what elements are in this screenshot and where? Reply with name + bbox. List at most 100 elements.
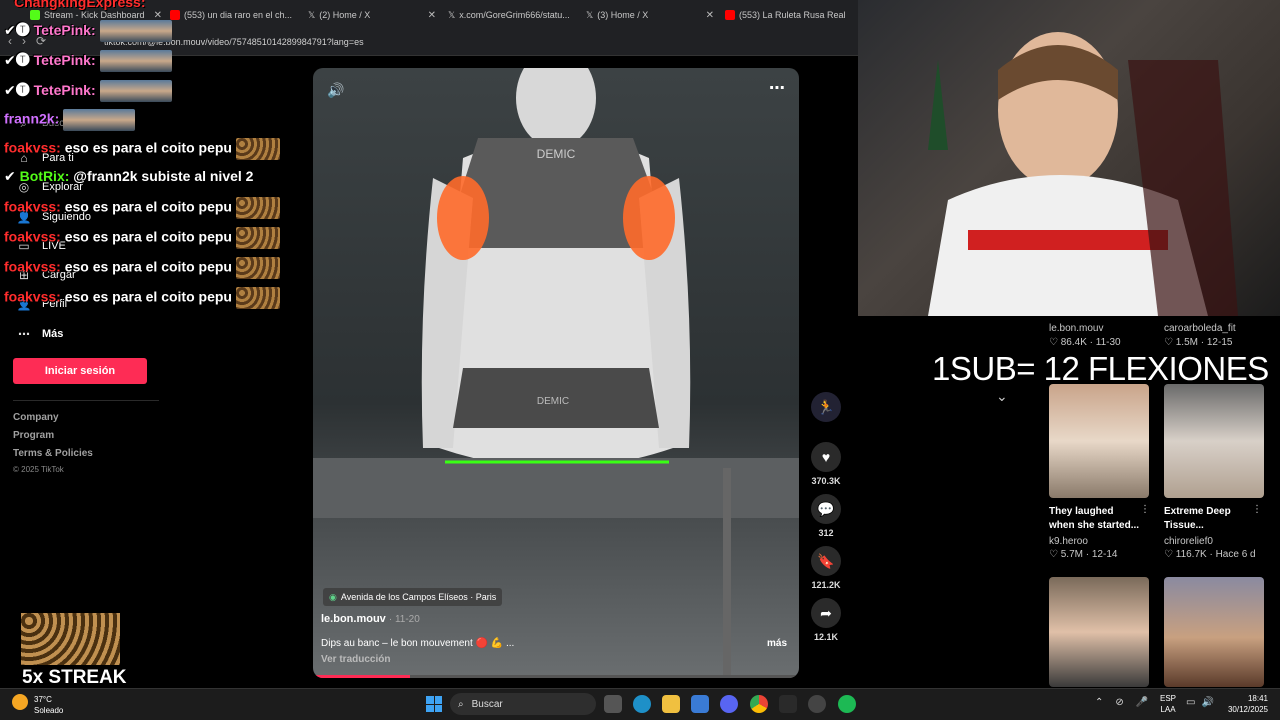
close-tab-icon[interactable]: ✕: [702, 10, 714, 21]
chat-line: foakvss: eso es para el coito pepu: [4, 197, 280, 219]
chat-line: ✔🅣 TetePink:: [4, 50, 172, 73]
rec-stats: ♡ 116.7K · Hace 6 d: [1164, 549, 1256, 560]
save-button[interactable]: 🔖 121.2K: [808, 546, 844, 590]
streamer-image: [928, 32, 1238, 316]
translate-link[interactable]: Ver traducción: [321, 654, 390, 665]
edge-icon[interactable]: [633, 695, 651, 713]
youtube-icon: [725, 10, 735, 20]
rec-thumbnail[interactable]: [1164, 384, 1264, 498]
chat-line: ✔🅣 TetePink:: [4, 80, 172, 103]
spotify-icon[interactable]: [838, 695, 856, 713]
location-icon: ◉: [329, 591, 337, 602]
video-author[interactable]: le.bon.mouv · 11-20: [321, 613, 420, 625]
clock[interactable]: 18:41 30/12/2025: [1214, 693, 1268, 715]
more-options-icon[interactable]: ⋮: [1252, 504, 1262, 515]
rec-thumbnail[interactable]: [1164, 577, 1264, 687]
share-button[interactable]: ➦ 12.1K: [808, 598, 844, 642]
chevron-down-icon[interactable]: ⌄: [996, 388, 1008, 405]
chat-line: foakvss: eso es para el coito pepu: [4, 227, 280, 249]
emote-image: [235, 287, 280, 309]
chat-line: frann2k:: [4, 109, 136, 131]
close-tab-icon[interactable]: ✕: [574, 10, 576, 21]
video-caption: Dips au banc – le bon mouvement 🔴 💪 ...: [321, 638, 515, 649]
more-options-icon[interactable]: ⋯: [769, 78, 785, 98]
rec-caption[interactable]: Extreme Deep Tissue...: [1164, 505, 1231, 533]
webcam-feed: [858, 0, 1280, 316]
video-frame: DEMIC DEMIC: [313, 68, 799, 678]
x-icon: 𝕏: [586, 9, 594, 20]
footer-copyright: © 2025 TikTok: [13, 465, 64, 474]
sub-goal-overlay: 1SUB= 12 FLEXIONES: [932, 350, 1269, 387]
windows-start-icon[interactable]: [426, 696, 442, 712]
emote-image: [235, 138, 280, 160]
task-view-icon[interactable]: [604, 695, 622, 713]
streak-emote: [21, 613, 120, 665]
emote-image: [63, 109, 136, 131]
chat-line: ✔ BotRix: @frann2k subiste al nivel 2: [4, 168, 254, 184]
signin-button[interactable]: Iniciar sesión: [13, 358, 147, 384]
tray-icons[interactable]: ⌃⊘🎤: [1095, 697, 1160, 708]
tab-x-home-2[interactable]: 𝕏 (2) Home / X ✕: [308, 4, 436, 26]
footer-company[interactable]: Company: [13, 412, 59, 423]
rec-stats: ♡ 5.7M · 12-14: [1049, 549, 1118, 560]
close-tab-icon[interactable]: ✕: [424, 10, 436, 21]
x-icon: 𝕏: [308, 9, 316, 20]
emote-image: [235, 197, 280, 219]
chrome-icon[interactable]: [750, 695, 768, 713]
close-tab-icon[interactable]: ✕: [850, 10, 853, 21]
close-tab-icon[interactable]: ✕: [296, 10, 298, 21]
tab-youtube-1[interactable]: (553) un dia raro en el ch...✕: [170, 4, 298, 26]
rec-author[interactable]: le.bon.mouv: [1049, 323, 1103, 334]
comment-button[interactable]: 💬 312: [808, 494, 844, 538]
tab-x-home-3[interactable]: 𝕏 (3) Home / X ✕: [586, 4, 714, 26]
close-tab-icon[interactable]: ✕: [150, 10, 162, 21]
more-caption-link[interactable]: más: [767, 638, 787, 649]
nav-mas[interactable]: ⋯ Más: [16, 327, 63, 341]
bookmark-icon: 🔖: [811, 546, 841, 576]
like-button[interactable]: ♥ 370.3K: [808, 442, 844, 486]
rec-author[interactable]: caroarboleda_fit: [1164, 323, 1236, 334]
x-icon: 𝕏: [448, 9, 456, 20]
discord-icon[interactable]: [720, 695, 738, 713]
rec-thumbnail[interactable]: [1049, 577, 1149, 687]
file-explorer-icon[interactable]: [662, 695, 680, 713]
tab-youtube-2[interactable]: (553) La Ruleta Rusa Real✕: [725, 4, 853, 26]
streak-label: 5x STREAK: [22, 667, 127, 688]
search-icon: ⌕: [458, 698, 464, 710]
tab-x-status[interactable]: 𝕏x.com/GoreGrim666/statu...✕: [448, 4, 576, 26]
divider: [13, 400, 159, 401]
rec-caption[interactable]: They laughed when she started...: [1049, 505, 1139, 533]
rec-thumbnail[interactable]: [1049, 384, 1149, 498]
author-avatar[interactable]: 🏃: [808, 392, 844, 422]
weather-widget[interactable]: 37°C Soleado: [34, 694, 63, 716]
chat-line: ChangkingExpress:: [14, 0, 146, 10]
location-chip[interactable]: ◉ Avenida de los Campos Elíseos · Paris: [323, 588, 503, 606]
chat-line: foakvss: eso es para el coito pepu: [4, 138, 280, 160]
volume-icon[interactable]: 🔊: [327, 82, 344, 99]
share-icon: ➦: [811, 598, 841, 628]
more-options-icon[interactable]: ⋮: [1140, 504, 1150, 515]
chat-line: foakvss: eso es para el coito pepu: [4, 287, 280, 309]
emote-image: [235, 257, 280, 279]
video-progress-track[interactable]: [313, 675, 799, 678]
app-icon[interactable]: [779, 695, 797, 713]
emote-image: [99, 50, 172, 73]
kick-icon: [30, 10, 40, 20]
youtube-icon: [170, 10, 180, 20]
store-icon[interactable]: [691, 695, 709, 713]
language-indicator[interactable]: ESP LAA: [1160, 693, 1176, 715]
rec-stats: ♡ 86.4K · 11-30: [1049, 337, 1121, 348]
footer-terms[interactable]: Terms & Policies: [13, 448, 93, 459]
footer-program[interactable]: Program: [13, 430, 54, 441]
rec-author[interactable]: chirorelief0: [1164, 536, 1213, 547]
obs-icon[interactable]: [808, 695, 826, 713]
shirt-text: DEMIC: [537, 147, 576, 161]
taskbar-search[interactable]: ⌕ Buscar: [450, 693, 596, 715]
weather-icon[interactable]: [12, 694, 28, 710]
video-player[interactable]: DEMIC DEMIC 🔊 ⋯ ◉ Avenida de los Campos E…: [313, 68, 799, 678]
rec-author[interactable]: k9.heroo: [1049, 536, 1088, 547]
comment-icon: 💬: [811, 494, 841, 524]
heart-icon: ♥: [811, 442, 841, 472]
rec-stats: ♡ 1.5M · 12-15: [1164, 337, 1233, 348]
avatar-icon: 🏃: [811, 392, 841, 422]
